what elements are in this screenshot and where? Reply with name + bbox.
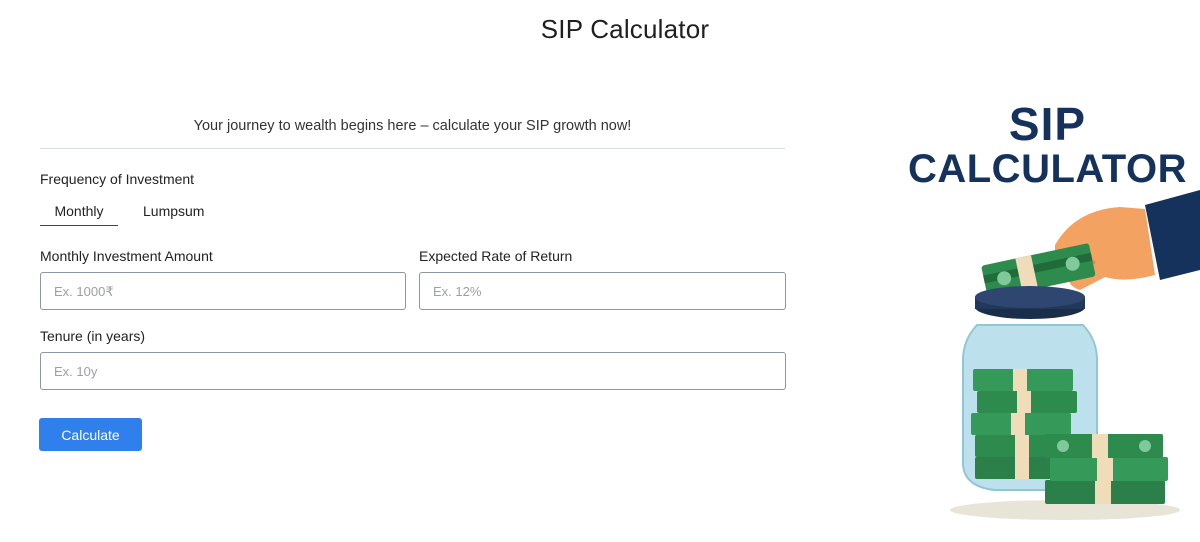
monthly-amount-label: Monthly Investment Amount xyxy=(40,248,213,264)
tab-lumpsum[interactable]: Lumpsum xyxy=(143,203,204,225)
tenure-label: Tenure (in years) xyxy=(40,328,146,344)
tenure-input[interactable] xyxy=(40,352,786,390)
calculate-button[interactable]: Calculate xyxy=(39,418,142,451)
page-title: SIP Calculator xyxy=(540,14,710,44)
tagline: Your journey to wealth begins here – cal… xyxy=(193,118,632,134)
divider xyxy=(40,148,785,149)
hero-illustration: SIP CALCULATOR xyxy=(905,95,1200,535)
monthly-amount-input[interactable] xyxy=(40,272,406,310)
rate-input[interactable] xyxy=(419,272,786,310)
tab-monthly[interactable]: Monthly xyxy=(40,203,118,226)
money-jar-icon xyxy=(950,190,1200,520)
rate-label: Expected Rate of Return xyxy=(419,248,573,264)
frequency-label: Frequency of Investment xyxy=(40,171,195,187)
